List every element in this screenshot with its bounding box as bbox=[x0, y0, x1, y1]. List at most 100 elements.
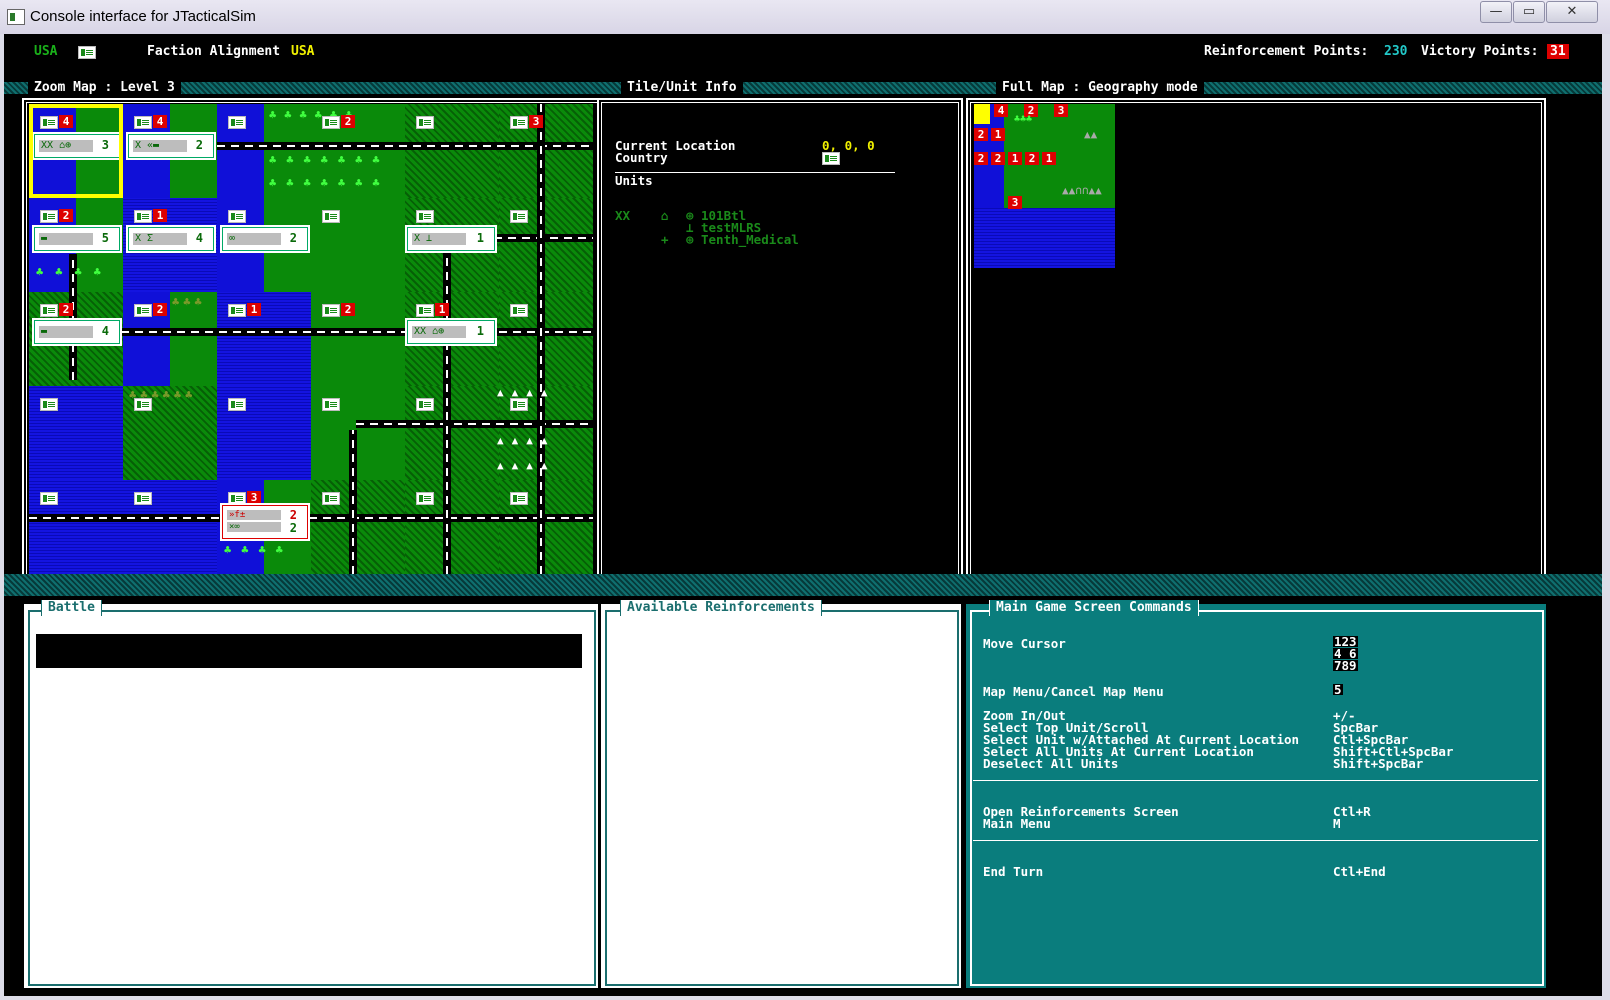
enemy-flag-icon bbox=[416, 492, 434, 505]
usa-flag-icon bbox=[134, 116, 152, 129]
unit-symbol: ∞ bbox=[227, 233, 281, 245]
unit-stack[interactable]: ▬ 4 bbox=[34, 320, 120, 344]
status-bar: USA Faction Alignment USA Reinforcement … bbox=[4, 34, 1602, 70]
window-titlebar: Console interface for JTacticalSim — ▭ ✕ bbox=[0, 0, 1610, 34]
app-icon bbox=[7, 9, 25, 25]
faction-short: USA bbox=[34, 44, 58, 59]
enemy-flag-icon bbox=[228, 304, 246, 317]
mountain-icon: ▲▲▲▲ bbox=[497, 434, 556, 447]
unit-count-badge: 4 bbox=[153, 115, 167, 128]
forest-icon: ♣♣♣ bbox=[172, 295, 206, 309]
unit-type: + bbox=[661, 232, 669, 247]
unit-symbol: XX ⌂⊕ bbox=[412, 326, 466, 338]
unit-count-badge: 3 bbox=[1054, 104, 1068, 117]
console-screen: USA Faction Alignment USA Reinforcement … bbox=[4, 34, 1602, 996]
divider bbox=[973, 780, 1538, 781]
country-label: Country bbox=[615, 150, 668, 165]
unit-stack-count: 2 bbox=[195, 138, 203, 152]
usa-flag-icon bbox=[228, 116, 246, 129]
victory-value: 31 bbox=[1547, 44, 1569, 59]
usa-flag-icon bbox=[416, 304, 434, 317]
unit-name[interactable]: Tenth_Medical bbox=[701, 232, 799, 247]
minimize-button[interactable]: — bbox=[1480, 1, 1512, 23]
unit-count-badge: 2 bbox=[341, 115, 355, 128]
road bbox=[29, 514, 593, 522]
usa-flag-icon bbox=[510, 116, 528, 129]
commands-list: Move Cursor 123 4 6 789 Map Menu/Cancel M… bbox=[973, 618, 1539, 978]
unit-count-badge: 3 bbox=[247, 491, 261, 504]
road bbox=[356, 420, 593, 428]
enemy-flag-icon bbox=[228, 492, 246, 505]
unit-count-badge: 2 bbox=[341, 303, 355, 316]
unit-stack[interactable]: X Σ 4 bbox=[128, 227, 214, 251]
command-deselect-all[interactable]: Deselect All Units Shift+SpcBar bbox=[983, 756, 1543, 771]
unit-stack[interactable]: X «▬ 2 bbox=[128, 134, 214, 158]
unit-stack[interactable]: X ⊥ 1 bbox=[407, 227, 495, 251]
usa-flag-icon bbox=[510, 210, 528, 223]
unit-symbol: »f± bbox=[227, 510, 281, 520]
full-map-title: Full Map : Geography mode bbox=[996, 80, 1204, 96]
full-map[interactable]: 4 2 3 2 1 2 2 1 2 1 3 ▲▲ ▲▲∩∩▲▲ ♣♣♣ bbox=[974, 104, 1115, 268]
unit-symbol: ×∞ bbox=[227, 522, 281, 532]
units-label: Units bbox=[615, 173, 653, 188]
usa-flag-icon bbox=[40, 492, 58, 505]
command-main-menu[interactable]: Main Menu M bbox=[983, 816, 1543, 831]
enemy-flag-icon bbox=[510, 304, 528, 317]
unit-stack[interactable]: ∞ 2 bbox=[222, 227, 308, 251]
panel-title-band bbox=[4, 574, 1602, 596]
usa-flag-icon bbox=[134, 210, 152, 223]
unit-stack[interactable]: XX ⌂⊕ 1 bbox=[407, 320, 495, 344]
mountain-icon: ▲▲ bbox=[1084, 128, 1098, 141]
unit-count-badge: 2 bbox=[974, 128, 988, 141]
unit-stack-count: 1 bbox=[476, 231, 484, 245]
usa-flag-icon bbox=[322, 210, 340, 223]
map-cursor bbox=[974, 104, 990, 124]
close-button[interactable]: ✕ bbox=[1546, 1, 1598, 23]
zoom-map-title: Zoom Map : Level 3 bbox=[28, 80, 181, 96]
mountain-icon: ▲▲▲▲ bbox=[497, 459, 556, 472]
road bbox=[121, 328, 593, 336]
commands-title: Main Game Screen Commands bbox=[989, 600, 1199, 616]
reinforcements-frame bbox=[605, 610, 959, 986]
usa-flag-icon bbox=[322, 116, 340, 129]
command-key: 789 bbox=[1333, 658, 1358, 673]
forest-icon: ♣♣♣♣♣♣♣ bbox=[269, 176, 390, 190]
panel-title-band bbox=[4, 82, 1602, 94]
reinforcements-title: Available Reinforcements bbox=[620, 600, 822, 616]
enemy-unit-stack[interactable]: »f± 2 ×∞ 2 bbox=[222, 505, 308, 539]
unit-stack-count: 2 bbox=[289, 521, 297, 535]
enemy-flag-icon bbox=[416, 398, 434, 411]
forest-icon: ♣♣♣♣ bbox=[36, 265, 113, 279]
reinforcement-label: Reinforcement Points: bbox=[1204, 44, 1369, 59]
road bbox=[349, 430, 357, 574]
battle-title: Battle bbox=[41, 600, 102, 616]
water-area bbox=[974, 208, 1115, 268]
unit-stack-count: 5 bbox=[101, 231, 109, 245]
usa-flag-icon bbox=[510, 398, 528, 411]
unit-symbol: ▬ bbox=[39, 233, 93, 245]
command-map-menu[interactable]: Map Menu/Cancel Map Menu 5 bbox=[983, 682, 1543, 699]
enemy-flag-icon bbox=[322, 398, 340, 411]
usa-flag-icon bbox=[40, 398, 58, 411]
unit-symbol: X Σ bbox=[133, 233, 187, 245]
maximize-button[interactable]: ▭ bbox=[1513, 1, 1545, 23]
unit-stack[interactable]: ▬ 5 bbox=[34, 227, 120, 251]
forest-icon: ♣♣♣ bbox=[1014, 114, 1033, 125]
unit-count-badge: 2 bbox=[59, 209, 73, 222]
unit-stack-count: 1 bbox=[476, 324, 484, 338]
unit-symbol: X «▬ bbox=[133, 140, 187, 152]
command-key: 5 bbox=[1333, 682, 1343, 697]
unit-count-badge: 3 bbox=[529, 115, 543, 128]
enemy-flag-icon bbox=[510, 492, 528, 505]
divider bbox=[615, 172, 895, 173]
divider bbox=[973, 840, 1538, 841]
road bbox=[537, 104, 545, 574]
command-key: Ctl+End bbox=[1333, 864, 1386, 879]
unit-symbol: X ⊥ bbox=[412, 233, 466, 245]
command-label: Main Menu bbox=[983, 816, 1051, 831]
command-end-turn[interactable]: End Turn Ctl+End bbox=[983, 864, 1543, 879]
unit-size: XX bbox=[615, 208, 631, 223]
road bbox=[443, 234, 451, 574]
unit-count-badge: 1 bbox=[435, 303, 449, 316]
unit-stack-count: 2 bbox=[289, 231, 297, 245]
